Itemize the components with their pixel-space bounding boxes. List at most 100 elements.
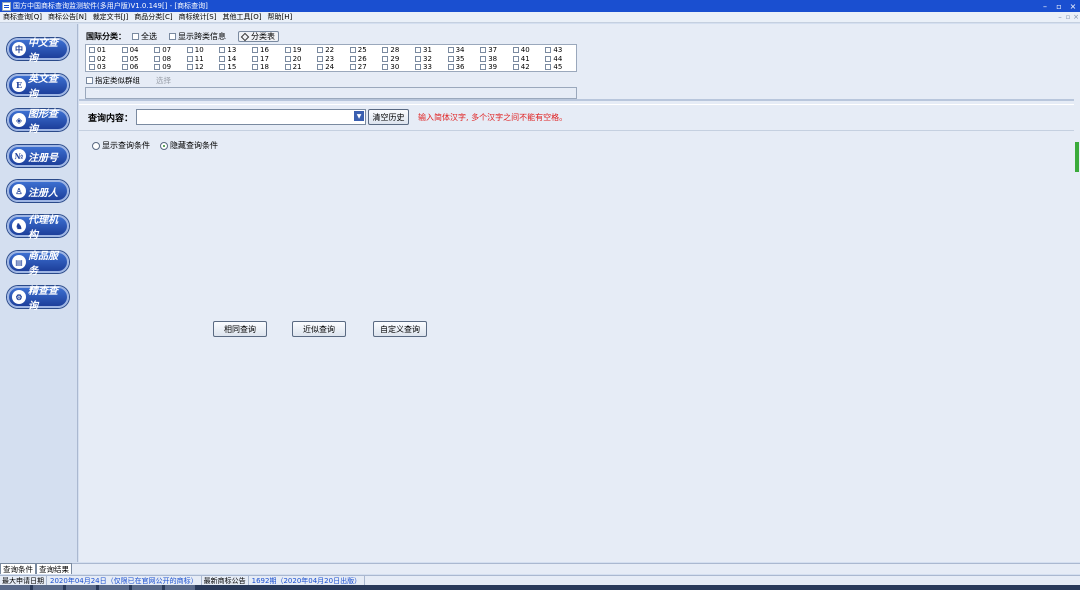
vertical-scrollbar[interactable] bbox=[1074, 24, 1080, 562]
class-checkbox-item[interactable]: 39 bbox=[480, 63, 497, 71]
menu-other-tools[interactable]: 其他工具[O] bbox=[219, 12, 264, 22]
class-checkbox[interactable] bbox=[89, 47, 95, 53]
class-checkbox-item[interactable]: 15 bbox=[219, 63, 236, 71]
class-checkbox[interactable] bbox=[252, 64, 258, 70]
class-checkbox[interactable] bbox=[252, 47, 258, 53]
class-checkbox[interactable] bbox=[512, 47, 519, 53]
similar-group-checkbox[interactable] bbox=[86, 77, 93, 84]
class-checkbox[interactable] bbox=[154, 47, 161, 53]
class-checkbox[interactable] bbox=[284, 55, 291, 62]
mdi-close-button[interactable]: × bbox=[1072, 13, 1080, 21]
class-checkbox[interactable] bbox=[382, 55, 389, 62]
class-checkbox-item[interactable]: 18 bbox=[252, 63, 269, 71]
class-checkbox-item[interactable]: 11 bbox=[186, 55, 204, 63]
class-checkbox-item[interactable]: 21 bbox=[284, 63, 302, 71]
class-checkbox-item[interactable]: 34 bbox=[447, 46, 465, 54]
class-checkbox[interactable] bbox=[545, 64, 552, 70]
class-checkbox-item[interactable]: 31 bbox=[415, 46, 432, 54]
class-checkbox-item[interactable]: 45 bbox=[545, 63, 562, 71]
class-checkbox-item[interactable]: 04 bbox=[121, 46, 139, 54]
class-checkbox[interactable] bbox=[382, 47, 389, 53]
class-checkbox[interactable] bbox=[284, 64, 291, 70]
class-checkbox-item[interactable]: 33 bbox=[415, 63, 432, 71]
class-checkbox[interactable] bbox=[89, 55, 95, 62]
class-checkbox-item[interactable]: 03 bbox=[89, 63, 106, 71]
menu-trademark-stats[interactable]: 商标统计[S] bbox=[176, 12, 220, 22]
class-checkbox-item[interactable]: 24 bbox=[317, 63, 334, 71]
class-checkbox[interactable] bbox=[186, 55, 193, 62]
select-all-option[interactable]: 全选 bbox=[132, 31, 157, 42]
class-checkbox-item[interactable]: 36 bbox=[447, 63, 465, 71]
menu-trademark-notice[interactable]: 商标公告[N] bbox=[45, 12, 90, 22]
mdi-minimize-button[interactable]: – bbox=[1056, 13, 1064, 21]
class-checkbox-item[interactable]: 40 bbox=[512, 46, 530, 54]
class-checkbox[interactable] bbox=[154, 55, 161, 62]
class-checkbox[interactable] bbox=[415, 64, 421, 70]
select-all-checkbox[interactable] bbox=[132, 33, 139, 40]
class-checkbox[interactable] bbox=[219, 47, 226, 53]
class-checkbox-item[interactable]: 43 bbox=[545, 46, 562, 54]
class-checkbox-item[interactable]: 44 bbox=[545, 55, 562, 63]
taskbar-item[interactable] bbox=[33, 585, 63, 590]
show-cross-class-option[interactable]: 显示跨类信息 bbox=[169, 31, 226, 42]
sidebar-item-precise-query[interactable]: ⚙ 精查查询 bbox=[7, 286, 69, 312]
taskbar-item[interactable] bbox=[132, 585, 162, 590]
class-checkbox-item[interactable]: 27 bbox=[349, 63, 367, 71]
class-checkbox-item[interactable]: 30 bbox=[382, 63, 399, 71]
class-checkbox[interactable] bbox=[349, 55, 356, 62]
class-checkbox[interactable] bbox=[545, 47, 552, 53]
class-checkbox[interactable] bbox=[512, 55, 519, 62]
show-cross-class-checkbox[interactable] bbox=[169, 33, 176, 40]
class-checkbox[interactable] bbox=[252, 55, 258, 62]
taskbar-item[interactable] bbox=[66, 585, 96, 590]
sidebar-item-chinese-query[interactable]: 中 中文查询 bbox=[7, 38, 69, 64]
class-checkbox-item[interactable]: 01 bbox=[89, 46, 106, 54]
hide-conditions-radio[interactable]: 隐藏查询条件 bbox=[160, 140, 218, 151]
class-checkbox[interactable] bbox=[447, 47, 454, 53]
class-checkbox[interactable] bbox=[121, 55, 128, 62]
class-checkbox-item[interactable]: 09 bbox=[154, 63, 171, 71]
class-checkbox[interactable] bbox=[186, 64, 193, 70]
class-checkbox-item[interactable]: 28 bbox=[382, 46, 399, 54]
class-checkbox[interactable] bbox=[512, 64, 519, 70]
class-checkbox-item[interactable]: 02 bbox=[89, 55, 106, 63]
sidebar-item-goods-services[interactable]: ▤ 商品服务 bbox=[7, 251, 69, 277]
class-checkbox[interactable] bbox=[480, 55, 487, 62]
mdi-maximize-button[interactable]: ▫ bbox=[1064, 13, 1072, 21]
dropdown-arrow-icon[interactable]: ▼ bbox=[354, 111, 365, 121]
class-checkbox-item[interactable]: 08 bbox=[154, 55, 171, 63]
show-conditions-radio[interactable]: 显示查询条件 bbox=[92, 140, 150, 151]
class-checkbox-item[interactable]: 05 bbox=[121, 55, 139, 63]
class-checkbox-item[interactable]: 32 bbox=[415, 55, 432, 63]
class-checkbox[interactable] bbox=[349, 64, 356, 70]
class-checkbox-item[interactable]: 37 bbox=[480, 46, 497, 54]
class-checkbox-item[interactable]: 20 bbox=[284, 55, 302, 63]
sidebar-item-agency[interactable]: ♞ 代理机构 bbox=[7, 215, 69, 241]
class-checkbox[interactable] bbox=[415, 55, 421, 62]
minimize-button[interactable]: – bbox=[1038, 2, 1052, 11]
class-checkbox-item[interactable]: 14 bbox=[219, 55, 236, 63]
class-checkbox-item[interactable]: 41 bbox=[512, 55, 530, 63]
taskbar-item[interactable] bbox=[165, 585, 195, 590]
sidebar-item-english-query[interactable]: E 英文查询 bbox=[7, 74, 69, 100]
class-checkbox[interactable] bbox=[480, 64, 487, 70]
menu-ruling-docs[interactable]: 裁定文书[J] bbox=[90, 12, 132, 22]
sidebar-item-graphic-query[interactable]: ◈ 图形查询 bbox=[7, 109, 69, 135]
menu-goods-classification[interactable]: 商品分类[C] bbox=[131, 12, 175, 22]
class-checkbox-item[interactable]: 12 bbox=[186, 63, 204, 71]
class-checkbox-item[interactable]: 16 bbox=[252, 46, 269, 54]
similar-group-field[interactable] bbox=[85, 87, 577, 99]
class-checkbox-item[interactable]: 42 bbox=[512, 63, 530, 71]
class-checkbox-item[interactable]: 17 bbox=[252, 55, 269, 63]
class-checkbox-item[interactable]: 23 bbox=[317, 55, 334, 63]
menu-trademark-query[interactable]: 商标查询[Q] bbox=[0, 12, 45, 22]
tab-query-results[interactable]: 查询结果 bbox=[36, 563, 72, 574]
scrollbar-thumb[interactable] bbox=[1075, 142, 1079, 172]
same-query-button[interactable]: 相同查询 bbox=[213, 321, 267, 337]
class-checkbox[interactable] bbox=[121, 64, 128, 70]
query-input[interactable]: ▼ bbox=[136, 109, 367, 125]
class-checkbox[interactable] bbox=[154, 64, 161, 70]
class-checkbox[interactable] bbox=[121, 47, 128, 53]
clear-history-button[interactable]: 清空历史 bbox=[368, 109, 410, 125]
choose-button[interactable]: 选择 bbox=[156, 75, 171, 86]
